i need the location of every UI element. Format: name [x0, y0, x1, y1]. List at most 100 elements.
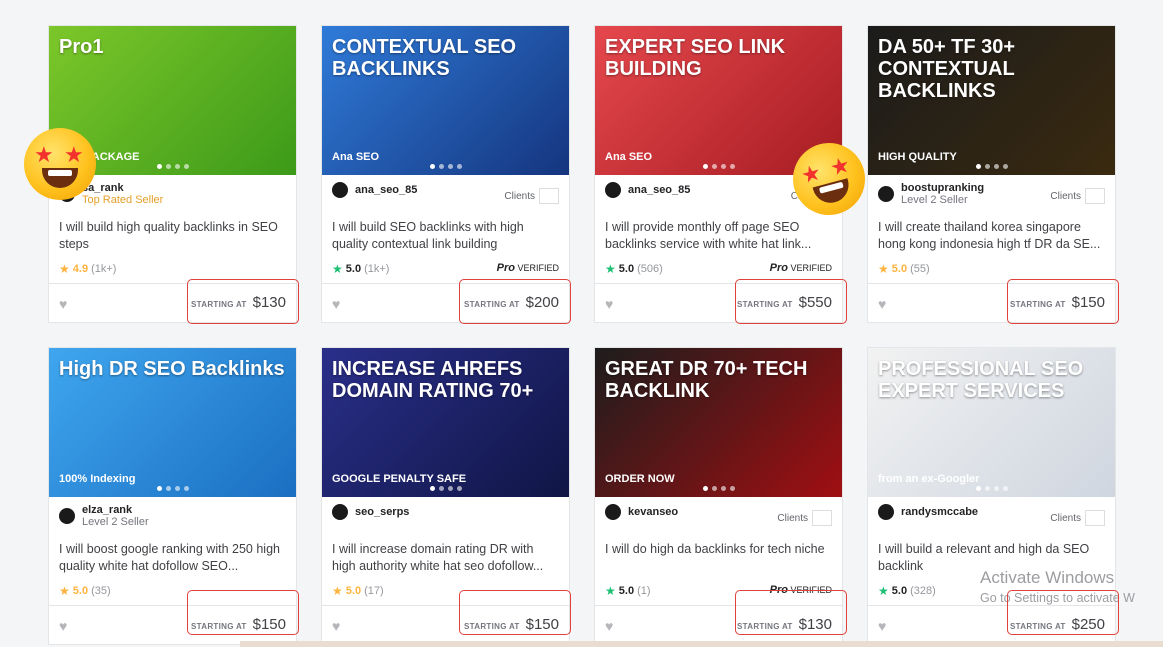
pro-label: Pro [496, 262, 515, 274]
gig-title[interactable]: I will provide monthly off page SEO back… [605, 219, 832, 253]
star-icon: ★ [878, 262, 889, 276]
heart-icon[interactable]: ♥ [878, 296, 886, 312]
heart-icon[interactable]: ♥ [605, 618, 613, 634]
seller-info[interactable]: randysmccabe [878, 504, 978, 520]
seller-info[interactable]: kevanseo [605, 504, 678, 520]
verified-label: VERIFIED [517, 263, 559, 273]
seller-name[interactable]: seo_serps [355, 506, 409, 518]
heart-icon[interactable]: ♥ [59, 296, 67, 312]
gig-title[interactable]: I will increase domain rating DR with hi… [332, 541, 559, 575]
carousel-dots[interactable] [429, 486, 462, 491]
seller-name[interactable]: sa_rank [82, 182, 163, 194]
heart-icon[interactable]: ♥ [605, 296, 613, 312]
client-logo-icon [539, 188, 559, 204]
heart-icon[interactable]: ♥ [59, 618, 67, 634]
carousel-dots[interactable] [429, 164, 462, 169]
gig-thumbnail[interactable]: INCREASE AHREFS DOMAIN RATING 70+ GOOGLE… [322, 348, 569, 497]
rating-count: (35) [91, 585, 111, 597]
seller-avatar[interactable] [605, 182, 621, 198]
gig-title[interactable]: I will build high quality backlinks in S… [59, 219, 286, 253]
heart-icon[interactable]: ♥ [332, 618, 340, 634]
seller-info[interactable]: seo_serps [332, 504, 409, 520]
rating-value: 5.0 [618, 585, 635, 597]
clients-badge[interactable]: Clients [504, 188, 559, 204]
carousel-dots[interactable] [702, 486, 735, 491]
rating-count: (17) [364, 585, 384, 597]
pro-verified-badge: Pro VERIFIED [770, 262, 832, 274]
price-highlight-box [187, 279, 299, 324]
heart-icon[interactable]: ♥ [878, 618, 886, 634]
rating-count: (1k+) [91, 263, 117, 275]
price-highlight-box [459, 590, 571, 635]
clients-badge[interactable]: Clients [1050, 188, 1105, 204]
rating-value: 5.0 [345, 585, 362, 597]
star-icon: ★ [59, 584, 70, 598]
seller-avatar[interactable] [332, 182, 348, 198]
gig-rating: ★ 5.0 (35) [59, 584, 111, 598]
gig-thumbnail[interactable]: High DR SEO Backlinks 100% Indexing [49, 348, 296, 497]
seller-avatar[interactable] [605, 504, 621, 520]
seller-name[interactable]: randysmccabe [901, 506, 978, 518]
thumbnail-headline: INCREASE AHREFS DOMAIN RATING 70+ [332, 358, 534, 402]
price-highlight-box [1007, 279, 1119, 324]
price-highlight-box [735, 279, 847, 324]
rating-value: 5.0 [891, 585, 908, 597]
gig-title[interactable]: I will build SEO backlinks with high qua… [332, 219, 559, 253]
thumbnail-caption: Ana SEO [605, 151, 653, 163]
rating-value: 5.0 [618, 263, 635, 275]
carousel-dots[interactable] [156, 486, 189, 491]
clients-badge[interactable]: Clients [1050, 510, 1105, 526]
gig-rating: ★ 5.0 (55) [878, 262, 930, 276]
rating-count: (1k+) [364, 263, 390, 275]
carousel-dots[interactable] [975, 164, 1008, 169]
seller-info[interactable]: boostupranking Level 2 Seller [878, 182, 984, 206]
carousel-dots[interactable] [156, 164, 189, 169]
gig-thumbnail[interactable]: DA 50+ TF 30+ CONTEXTUAL BACKLINKS HIGH … [868, 26, 1115, 175]
seller-avatar[interactable] [878, 186, 894, 202]
watermark-title: Activate Windows [980, 568, 1115, 587]
star-icon: ★ [332, 584, 343, 598]
pro-verified-badge: Pro VERIFIED [497, 262, 559, 274]
bottom-strip [240, 641, 1163, 647]
gig-title[interactable]: I will boost google ranking with 250 hig… [59, 541, 286, 575]
price-highlight-box [735, 590, 847, 635]
gig-thumbnail[interactable]: CONTEXTUAL SEO BACKLINKS Ana SEO [322, 26, 569, 175]
gig-thumbnail[interactable]: GREAT DR 70+ TECH BACKLINK ORDER NOW [595, 348, 842, 497]
client-logo-icon [1085, 510, 1105, 526]
thumbnail-headline: DA 50+ TF 30+ CONTEXTUAL BACKLINKS [878, 36, 1016, 102]
star-icon: ★ [332, 262, 343, 276]
seller-info[interactable]: elza_rank Level 2 Seller [59, 504, 149, 528]
gig-rating: ★ 5.0 (328) [878, 584, 936, 598]
seller-info[interactable]: ana_seo_85 [332, 182, 417, 198]
seller-info[interactable]: ana_seo_85 [605, 182, 690, 198]
rating-count: (328) [910, 585, 936, 597]
seller-name[interactable]: ana_seo_85 [628, 184, 690, 196]
seller-name[interactable]: boostupranking [901, 182, 984, 194]
heart-icon[interactable]: ♥ [332, 296, 340, 312]
carousel-dots[interactable] [975, 486, 1008, 491]
seller-avatar[interactable] [878, 504, 894, 520]
star-icon: ★ [878, 584, 889, 598]
seller-name[interactable]: ana_seo_85 [355, 184, 417, 196]
gig-title[interactable]: I will create thailand korea singapore h… [878, 219, 1105, 253]
gig-thumbnail[interactable]: PROFESSIONAL SEO EXPERT SERVICES from an… [868, 348, 1115, 497]
thumbnail-caption: from an ex-Googler [878, 473, 980, 485]
seller-name[interactable]: kevanseo [628, 506, 678, 518]
clients-badge[interactable]: Clients [777, 510, 832, 526]
seller-name[interactable]: elza_rank [82, 504, 149, 516]
thumbnail-headline: EXPERT SEO LINK BUILDING [605, 36, 786, 80]
price-highlight-box [187, 590, 299, 635]
seller-avatar[interactable] [332, 504, 348, 520]
seller-avatar[interactable] [59, 508, 75, 524]
pro-label: Pro [769, 262, 788, 274]
gig-title[interactable]: I will do high da backlinks for tech nic… [605, 541, 832, 575]
seller-level: Level 2 Seller [82, 516, 149, 528]
rating-value: 4.9 [72, 263, 89, 275]
thumbnail-caption: ORDER NOW [605, 473, 675, 485]
thumbnail-headline: High DR SEO Backlinks [59, 358, 285, 380]
carousel-dots[interactable] [702, 164, 735, 169]
client-logo-icon [1085, 188, 1105, 204]
clients-label: Clients [1050, 512, 1081, 524]
thumbnail-headline: CONTEXTUAL SEO BACKLINKS [332, 36, 517, 80]
rating-count: (506) [637, 263, 663, 275]
